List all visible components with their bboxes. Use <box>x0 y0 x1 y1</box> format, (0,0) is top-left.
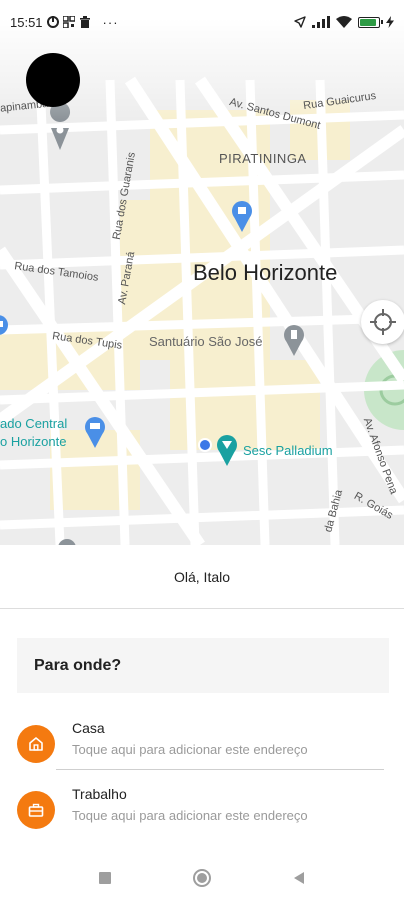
system-nav-bar <box>0 855 404 900</box>
poi-label-mercado-1[interactable]: ado Central <box>0 416 67 431</box>
poi-label-sesc[interactable]: Sesc Palladium <box>243 443 333 458</box>
battery-level-fill <box>360 18 376 26</box>
destination-search-label: Para onde? <box>34 656 122 674</box>
status-time: 15:51 <box>10 14 43 30</box>
back-triangle-icon[interactable] <box>292 871 306 885</box>
status-bar: 15:51 ··· <box>0 0 404 44</box>
home-icon <box>17 725 55 763</box>
recents-square-icon[interactable] <box>98 871 112 885</box>
saved-place-work[interactable]: Trabalho Toque aqui para adicionar este … <box>0 778 404 840</box>
home-circle-icon[interactable] <box>192 868 212 888</box>
avatar[interactable] <box>26 53 80 107</box>
user-location-dot <box>198 438 212 452</box>
greeting-text: Olá, Italo <box>0 545 404 609</box>
saved-place-work-subtitle: Toque aqui para adicionar este endereço <box>72 808 308 823</box>
charging-icon <box>386 16 394 28</box>
crosshair-icon <box>370 309 396 335</box>
trash-icon <box>79 16 90 28</box>
battery-icon <box>358 16 383 28</box>
poi-label-santuario[interactable]: Santuário São José <box>149 334 262 349</box>
briefcase-icon <box>17 791 55 829</box>
saved-place-home[interactable]: Casa Toque aqui para adicionar este ende… <box>0 712 404 774</box>
saved-place-home-title: Casa <box>72 720 105 736</box>
theater-pin-icon <box>217 435 237 466</box>
qr-icon <box>62 16 75 28</box>
saved-place-home-subtitle: Toque aqui para adicionar este endereço <box>72 742 308 757</box>
city-label: Belo Horizonte <box>193 260 338 285</box>
more-dots-icon: ··· <box>102 14 119 30</box>
destination-search-button[interactable]: Para onde? <box>17 638 389 693</box>
saved-place-work-title: Trabalho <box>72 786 127 802</box>
wifi-icon <box>336 16 352 28</box>
signal-icon <box>312 16 330 28</box>
navigation-arrow-icon <box>294 16 306 28</box>
bottom-sheet: Olá, Italo Para onde? Casa Toque aqui pa… <box>0 545 404 855</box>
data-saver-icon <box>46 16 59 28</box>
district-label: PIRATININGA <box>219 151 307 166</box>
locate-me-button[interactable] <box>361 300 404 344</box>
divider <box>56 769 384 770</box>
poi-label-mercado-2[interactable]: o Horizonte <box>0 434 66 449</box>
